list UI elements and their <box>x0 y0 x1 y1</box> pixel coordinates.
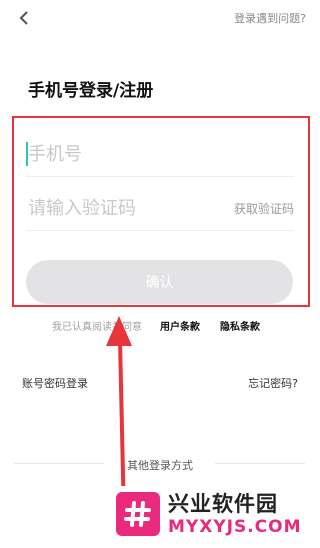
password-login-link[interactable]: 账号密码登录 <box>22 375 88 391</box>
watermark-url: MYXYJS.COM <box>168 517 302 537</box>
other-login-label: 其他登录方式 <box>127 459 193 472</box>
watermark: 兴业软件园 MYXYJS.COM <box>112 486 320 548</box>
agreement-text: 我已认真阅读并同意 <box>52 322 142 333</box>
user-terms-link[interactable]: 用户条款 <box>160 318 200 333</box>
privacy-terms-link[interactable]: 隐私条款 <box>220 318 260 333</box>
watermark-name: 兴业软件园 <box>168 492 278 516</box>
highlight-box <box>12 116 310 307</box>
chevron-left-icon <box>19 11 28 25</box>
forgot-password-link[interactable]: 忘记密码? <box>248 375 298 391</box>
page-title: 手机号登录/注册 <box>28 81 154 101</box>
back-button[interactable] <box>14 8 34 28</box>
login-help-link[interactable]: 登录遇到问题? <box>234 10 306 26</box>
watermark-logo-icon <box>116 492 160 536</box>
